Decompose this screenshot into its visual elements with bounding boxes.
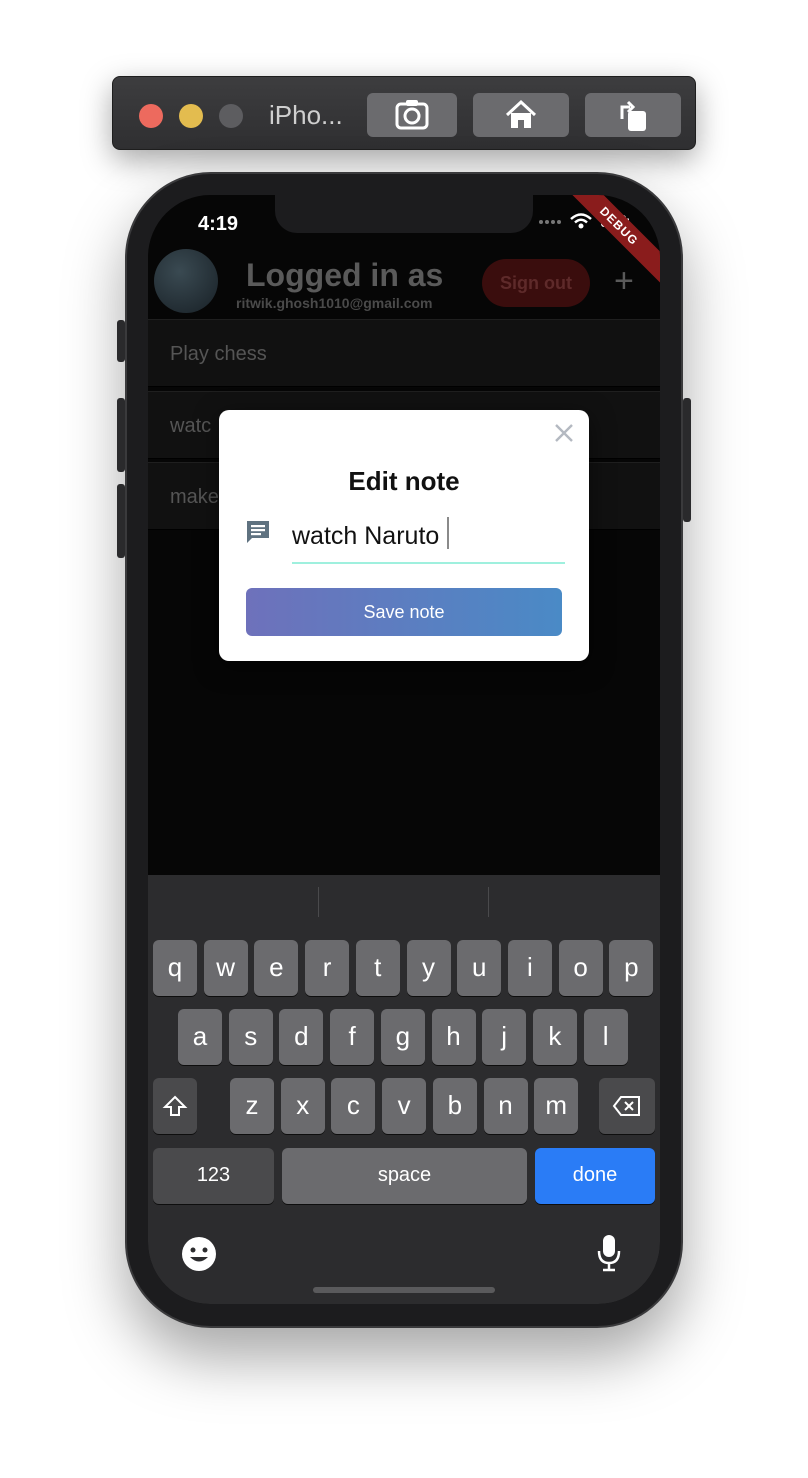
- key-b[interactable]: b: [432, 1078, 477, 1134]
- message-icon: [247, 521, 269, 543]
- shift-icon: [162, 1095, 188, 1116]
- suggestion-divider: [318, 887, 319, 917]
- app-header: Logged in as ritwik.ghosh1010@gmail.com …: [148, 243, 660, 319]
- save-note-button[interactable]: Save note: [246, 588, 562, 636]
- key-f[interactable]: f: [330, 1009, 375, 1065]
- numbers-key[interactable]: 123: [153, 1148, 274, 1204]
- key-a[interactable]: a: [178, 1009, 222, 1065]
- home-icon: [505, 99, 537, 128]
- note-item[interactable]: Play chess: [148, 319, 660, 387]
- key-n[interactable]: n: [483, 1078, 528, 1134]
- add-note-icon[interactable]: +: [614, 261, 634, 301]
- simulator-toolbar: iPho...: [112, 76, 696, 150]
- key-j[interactable]: j: [482, 1009, 527, 1065]
- key-y[interactable]: y: [406, 940, 451, 996]
- key-z[interactable]: z: [230, 1078, 274, 1134]
- key-m[interactable]: m: [534, 1078, 579, 1134]
- key-o[interactable]: o: [558, 940, 603, 996]
- microphone-icon[interactable]: [596, 1233, 622, 1273]
- text-cursor: [447, 517, 449, 549]
- key-h[interactable]: h: [431, 1009, 476, 1065]
- screenshot-button[interactable]: [367, 93, 457, 137]
- notch: [275, 195, 533, 233]
- logged-in-title: Logged in as: [246, 257, 444, 293]
- key-k[interactable]: k: [532, 1009, 577, 1065]
- shift-key[interactable]: [153, 1078, 197, 1134]
- key-d[interactable]: d: [279, 1009, 324, 1065]
- zoom-window-button[interactable]: [219, 104, 243, 128]
- key-r[interactable]: r: [305, 940, 350, 996]
- backspace-key[interactable]: [599, 1078, 655, 1134]
- close-icon[interactable]: [553, 422, 575, 444]
- done-key[interactable]: done: [535, 1148, 655, 1204]
- home-indicator: [313, 1287, 495, 1293]
- space-key[interactable]: space: [282, 1148, 527, 1204]
- home-button[interactable]: [473, 93, 569, 137]
- key-c[interactable]: c: [331, 1078, 376, 1134]
- suggestion-bar: [148, 875, 660, 933]
- status-time: 4:19: [198, 213, 239, 235]
- key-w[interactable]: w: [203, 940, 248, 996]
- mute-switch: [117, 320, 125, 362]
- keyboard: qwertyuiop asdfghjkl zxcvbnm 123 space don…: [148, 875, 660, 1304]
- wifi-icon: [570, 213, 592, 229]
- volume-down-button: [117, 484, 125, 558]
- key-l[interactable]: l: [583, 1009, 628, 1065]
- key-g[interactable]: g: [380, 1009, 425, 1065]
- key-u[interactable]: u: [457, 940, 502, 996]
- dialog-title: Edit note: [348, 466, 460, 496]
- key-q[interactable]: q: [153, 940, 197, 996]
- note-text-input[interactable]: [292, 510, 565, 564]
- rotate-icon: [620, 100, 646, 131]
- screenshot-icon: [395, 100, 429, 130]
- key-e[interactable]: e: [254, 940, 299, 996]
- simulator-title: iPho...: [269, 100, 343, 130]
- rotate-button[interactable]: [585, 93, 681, 137]
- power-button: [683, 398, 691, 522]
- key-t[interactable]: t: [355, 940, 400, 996]
- key-i[interactable]: i: [507, 940, 552, 996]
- volume-up-button: [117, 398, 125, 472]
- emoji-icon[interactable]: [180, 1235, 218, 1273]
- key-s[interactable]: s: [228, 1009, 273, 1065]
- key-p[interactable]: p: [609, 940, 654, 996]
- minimize-window-button[interactable]: [179, 104, 203, 128]
- key-x[interactable]: x: [280, 1078, 325, 1134]
- phone-screen: 4:19 DEBUG Logged in as ritwik.ghosh1010…: [148, 195, 660, 1304]
- edit-note-dialog: Edit note Save note: [219, 410, 589, 661]
- sign-out-button[interactable]: Sign out: [482, 259, 590, 307]
- avatar[interactable]: [154, 249, 218, 313]
- user-email: ritwik.ghosh1010@gmail.com: [236, 295, 433, 311]
- suggestion-divider: [488, 887, 489, 917]
- signal-icon: [539, 220, 561, 224]
- close-window-button[interactable]: [139, 104, 163, 128]
- backspace-icon: [612, 1096, 640, 1116]
- key-v[interactable]: v: [382, 1078, 427, 1134]
